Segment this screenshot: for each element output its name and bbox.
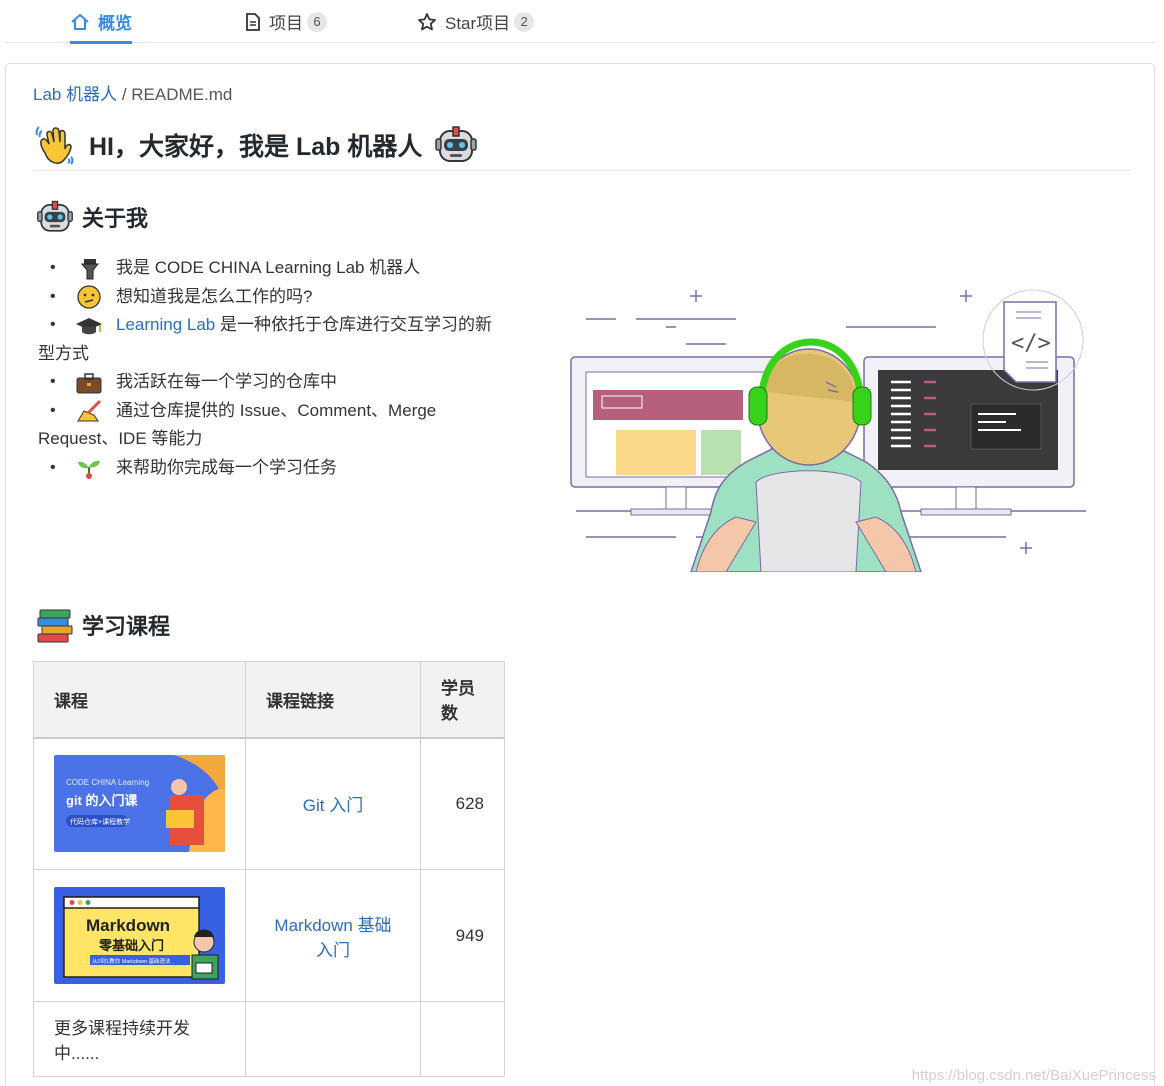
- empty-students-cell: [420, 1001, 505, 1077]
- thumb-tag: 从0到1教你 Markdown 基础语法: [92, 957, 171, 965]
- about-item-text: 我活跃在每一个学习的仓库中: [116, 372, 337, 391]
- about-list: 我是 CODE CHINA Learning Lab 机器人 想知道我是怎么工作…: [38, 254, 498, 482]
- about-item-text: 来帮助你完成每一个学习任务: [116, 457, 337, 477]
- course-link-cell: Git 入门: [245, 737, 421, 870]
- markdown-course-link[interactable]: Markdown 基础入门: [274, 916, 391, 960]
- tab-starred-label: Star项目: [445, 14, 511, 33]
- courses-table: 课程 课程链接 学员数 CODE CHINA Learning git 的入门课…: [33, 661, 505, 1077]
- books-icon: [37, 609, 73, 643]
- projects-count-badge: 6: [307, 11, 327, 32]
- breadcrumb: Lab 机器人 / README.md: [33, 80, 232, 105]
- starred-count-badge: 2: [514, 11, 535, 32]
- courses-heading-text: 学习课程: [82, 614, 171, 639]
- robot-icon: [435, 126, 478, 162]
- svg-text:</>: </>: [1011, 331, 1051, 356]
- empty-link-cell: [245, 1001, 421, 1077]
- courses-heading: 学习课程: [36, 606, 170, 644]
- about-heading: 关于我: [36, 198, 148, 236]
- list-item: 通过仓库提供的 Issue、Comment、Merge Request、IDE …: [38, 397, 498, 454]
- list-item: 我是 CODE CHINA Learning Lab 机器人: [38, 254, 498, 283]
- list-item: 来帮助你完成每一个学习任务: [38, 454, 498, 483]
- waving-hand-icon: [35, 126, 74, 165]
- writing-hand-icon: [77, 399, 102, 422]
- breadcrumb-repo-link[interactable]: Lab 机器人: [33, 85, 117, 104]
- readme-title-text: HI，大家好，我是 Lab 机器人: [89, 133, 423, 161]
- thinking-face-icon: [77, 285, 101, 309]
- thumb-subtitle: 零基础入门: [98, 938, 164, 953]
- more-courses-text: 更多课程持续开发中......: [33, 1001, 246, 1077]
- thumb-tag: 代码仓库+课程教学: [70, 817, 130, 826]
- breadcrumb-separator: /: [117, 85, 132, 104]
- tab-projects-label: 项目: [269, 14, 303, 33]
- list-item: 想知道我是怎么工作的吗?: [38, 283, 498, 312]
- graduation-cap-icon: [76, 317, 102, 334]
- developer-illustration: </>: [570, 289, 1086, 572]
- students-count: 628: [420, 737, 505, 870]
- readme-card: Lab 机器人 / README.md HI，大家好，我是 Lab 机器人 关于…: [5, 63, 1155, 1086]
- table-row: Markdown 零基础入门 从0到1教你 Markdown 基础语法 Mark…: [33, 869, 505, 1002]
- list-item: Learning Lab 是一种依托于仓库进行交互学习的新型方式: [38, 311, 498, 368]
- header-students: 学员数: [420, 661, 505, 739]
- thumb-title: git 的入门课: [66, 793, 138, 808]
- course-link-cell: Markdown 基础入门: [245, 869, 421, 1002]
- repo-tabs: 概览 项目 6 Star项目 2: [5, 0, 1155, 44]
- thumb-brand: CODE CHINA Learning: [66, 778, 149, 787]
- git-course-link[interactable]: Git 入门: [303, 796, 363, 815]
- star-icon: [418, 12, 436, 30]
- about-item-text: 想知道我是怎么工作的吗?: [116, 286, 313, 306]
- table-row: 更多课程持续开发中......: [33, 1001, 505, 1077]
- course-thumb-cell: CODE CHINA Learning git 的入门课 代码仓库+课程教学: [33, 737, 246, 870]
- flashlight-icon: [80, 258, 100, 280]
- students-count: 949: [420, 869, 505, 1002]
- tab-projects[interactable]: 项目 6: [245, 0, 327, 43]
- tab-overview[interactable]: 概览: [70, 0, 132, 44]
- git-course-thumbnail[interactable]: CODE CHINA Learning git 的入门课 代码仓库+课程教学: [54, 755, 225, 853]
- table-header-row: 课程 课程链接 学员数: [33, 661, 505, 739]
- course-thumb-cell: Markdown 零基础入门 从0到1教你 Markdown 基础语法: [33, 869, 246, 1002]
- readme-title: HI，大家好，我是 Lab 机器人: [33, 120, 1130, 171]
- file-icon: [246, 12, 260, 31]
- tab-overview-label: 概览: [98, 14, 132, 33]
- thumb-title: Markdown: [86, 916, 170, 935]
- learning-lab-link[interactable]: Learning Lab: [116, 315, 215, 334]
- robot-icon: [37, 200, 73, 232]
- seedling-icon: [78, 460, 100, 480]
- about-item-text: 我是 CODE CHINA Learning Lab 机器人: [116, 258, 421, 277]
- table-row: CODE CHINA Learning git 的入门课 代码仓库+课程教学 G…: [33, 737, 505, 870]
- markdown-course-thumbnail[interactable]: Markdown 零基础入门 从0到1教你 Markdown 基础语法: [54, 887, 225, 984]
- briefcase-icon: [76, 372, 102, 394]
- header-link: 课程链接: [245, 661, 421, 739]
- home-icon: [71, 13, 89, 30]
- list-item: 我活跃在每一个学习的仓库中: [38, 368, 498, 397]
- watermark: https://blog.csdn.net/BaiXuePrincess: [911, 1067, 1156, 1084]
- header-course: 课程: [33, 661, 246, 739]
- breadcrumb-file: README.md: [131, 85, 233, 104]
- about-item-text: 是一种依托于仓库进行交互学习的新型方式: [38, 315, 492, 363]
- about-heading-text: 关于我: [82, 206, 149, 231]
- tab-starred[interactable]: Star项目 2: [417, 0, 535, 43]
